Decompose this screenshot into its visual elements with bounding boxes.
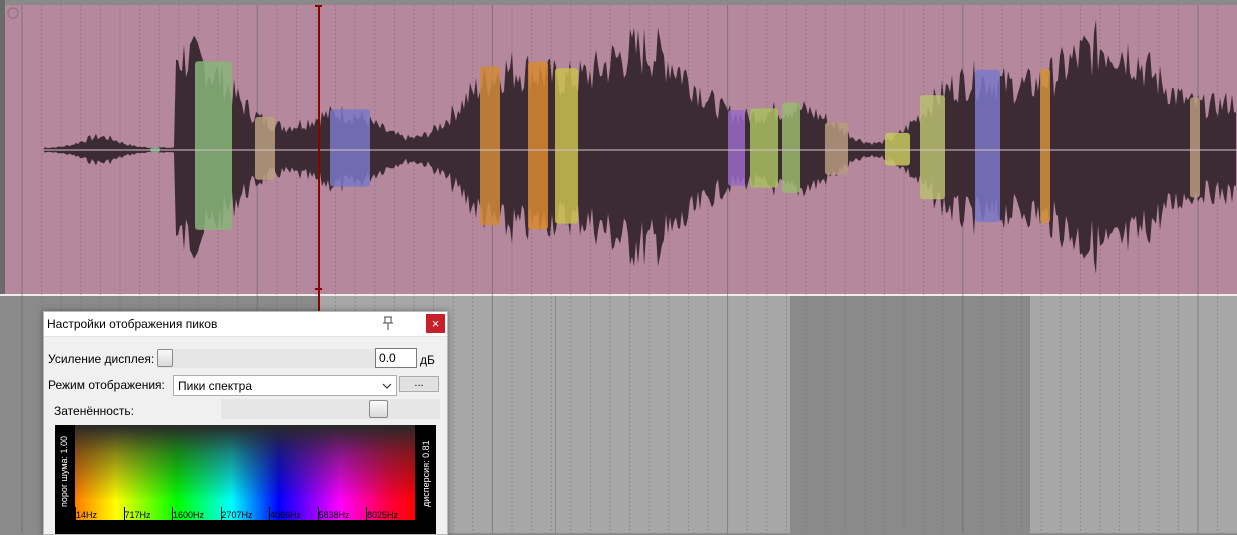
spectral-band [555,68,578,224]
spectral-band [1190,97,1200,198]
frequency-scale: 14Hz 717Hz 1600Hz 2707Hz 4066Hz 5838Hz 8025Hz [75,507,415,523]
gain-value-input[interactable]: 0.0 [375,348,417,368]
frequency-tick [269,507,270,521]
frequency-tick [123,507,125,521]
frequency-tick-label: 8025Hz [367,510,399,520]
dispersion-label: дисперсия: 0.81 [421,440,431,507]
dispersion-control[interactable]: дисперсия: 0.81 [416,425,436,520]
spectral-band [728,109,745,187]
spectrum-gradient[interactable] [75,425,415,520]
spectral-band [480,66,500,226]
spectral-band [1040,68,1050,224]
spectral-band [920,95,945,200]
shade-label: Затенённость: [54,404,135,418]
spectral-band [750,108,778,188]
frequency-tick-label: 5838Hz [318,510,350,520]
shade-slider[interactable] [221,399,440,419]
noise-threshold-label: порог шума: 1.00 [59,435,69,507]
shade-slider-thumb[interactable] [369,400,388,418]
spectral-band [825,122,848,175]
frequency-tick-label: 1600Hz [173,510,205,520]
dialog-titlebar[interactable]: Настройки отображения пиков × [44,312,447,337]
lower-area-block [556,296,790,533]
spectral-band [975,69,1000,223]
spectral-band [330,109,370,187]
frequency-tick-label: 717Hz [124,510,151,520]
mode-options-button[interactable]: ... [399,376,439,392]
display-gain-slider[interactable] [157,349,410,368]
spectral-band [195,61,232,230]
frequency-tick-label: 4066Hz [270,510,302,520]
display-mode-value: Пики спектра [178,379,253,393]
peaks-display-settings-dialog: Настройки отображения пиков × Усиление д… [43,311,448,535]
frequency-tick-label: 2707Hz [221,510,253,520]
pin-icon[interactable] [379,314,397,332]
frequency-tick [172,507,173,521]
close-button[interactable]: × [426,314,445,333]
spectrum-color-panel[interactable]: порог шума: 1.00 дисперсия: 0.81 14Hz 717… [55,425,436,534]
chevron-down-icon [382,383,392,389]
mode-label: Режим отображения: [48,378,165,392]
gain-label: Усиление дисплея: [48,352,155,366]
frequency-tick [75,507,76,521]
display-gain-slider-thumb[interactable] [157,349,173,367]
track-left-edge [0,0,5,296]
frequency-tick [366,507,367,521]
frequency-tick [220,507,222,521]
noise-threshold-control[interactable]: порог шума: 1.00 [55,425,75,520]
dialog-title: Настройки отображения пиков [47,317,218,331]
frequency-tick-label: 14Hz [76,510,98,520]
spectral-band [255,116,275,180]
gain-unit: дБ [420,353,435,367]
display-mode-select[interactable]: Пики спектра [173,375,397,396]
spectral-band [528,61,548,230]
spectral-band [885,132,910,166]
frequency-tick [317,507,319,521]
spectral-band [782,102,800,193]
